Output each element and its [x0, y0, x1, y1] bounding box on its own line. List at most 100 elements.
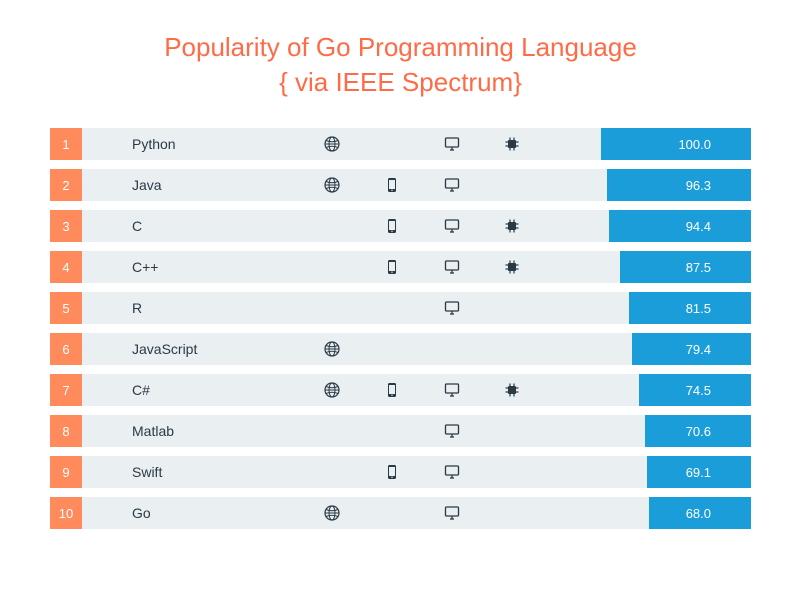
rank-badge: 6	[50, 333, 82, 365]
web-icon	[302, 333, 362, 365]
score-value: 69.1	[686, 465, 751, 480]
score-value: 96.3	[686, 178, 751, 193]
score-value: 81.5	[686, 301, 751, 316]
score-bar-wrap: 70.6	[601, 415, 751, 447]
embedded-icon	[482, 292, 542, 324]
platform-icons	[302, 374, 601, 406]
embedded-icon	[482, 169, 542, 201]
desktop-icon	[422, 374, 482, 406]
web-icon	[302, 292, 362, 324]
score-value: 100.0	[678, 137, 751, 152]
rank-badge: 5	[50, 292, 82, 324]
web-icon	[302, 210, 362, 242]
rank-badge: 1	[50, 128, 82, 160]
embedded-icon	[482, 374, 542, 406]
rank-number: 7	[62, 383, 69, 398]
score-bar-wrap: 79.4	[601, 333, 751, 365]
table-row: 8 Matlab 70.6	[50, 415, 751, 447]
platform-icons	[302, 333, 601, 365]
rank-badge: 7	[50, 374, 82, 406]
web-icon	[302, 497, 362, 529]
title-line-1: Popularity of Go Programming Language	[164, 32, 637, 62]
mobile-icon	[362, 456, 422, 488]
mobile-icon	[362, 497, 422, 529]
mobile-icon	[362, 333, 422, 365]
desktop-icon	[422, 128, 482, 160]
table-row: 1 Python 100.0	[50, 128, 751, 160]
table-row: 4 C++ 87.5	[50, 251, 751, 283]
score-bar-wrap: 68.0	[601, 497, 751, 529]
score-bar-wrap: 100.0	[601, 128, 751, 160]
mobile-icon	[362, 374, 422, 406]
web-icon	[302, 415, 362, 447]
score-value: 87.5	[686, 260, 751, 275]
embedded-icon	[482, 456, 542, 488]
desktop-icon	[422, 251, 482, 283]
title-line-2: { via IEEE Spectrum}	[279, 67, 522, 97]
score-bar-wrap: 94.4	[601, 210, 751, 242]
mobile-icon	[362, 415, 422, 447]
web-icon	[302, 128, 362, 160]
score-value: 70.6	[686, 424, 751, 439]
table-row: 3 C 94.4	[50, 210, 751, 242]
language-name: Java	[82, 169, 302, 201]
rank-badge: 3	[50, 210, 82, 242]
language-name: JavaScript	[82, 333, 302, 365]
desktop-icon	[422, 456, 482, 488]
desktop-icon	[422, 210, 482, 242]
score-bar-wrap: 96.3	[601, 169, 751, 201]
web-icon	[302, 251, 362, 283]
table-row: 10 Go 68.0	[50, 497, 751, 529]
rank-badge: 9	[50, 456, 82, 488]
rank-number: 3	[62, 219, 69, 234]
rank-number: 2	[62, 178, 69, 193]
table-row: 7 C# 74.5	[50, 374, 751, 406]
platform-icons	[302, 292, 601, 324]
table-row: 9 Swift 69.1	[50, 456, 751, 488]
platform-icons	[302, 456, 601, 488]
desktop-icon	[422, 292, 482, 324]
rank-number: 9	[62, 465, 69, 480]
rank-number: 4	[62, 260, 69, 275]
platform-icons	[302, 415, 601, 447]
score-value: 74.5	[686, 383, 751, 398]
page-title: Popularity of Go Programming Language { …	[50, 30, 751, 100]
table-row: 6 JavaScript 79.4	[50, 333, 751, 365]
rank-number: 10	[59, 506, 73, 521]
embedded-icon	[482, 333, 542, 365]
embedded-icon	[482, 415, 542, 447]
mobile-icon	[362, 251, 422, 283]
ranking-table: 1 Python 100.0 2 Java 96.3 3 C	[50, 128, 751, 529]
language-name: Matlab	[82, 415, 302, 447]
embedded-icon	[482, 497, 542, 529]
rank-number: 8	[62, 424, 69, 439]
language-name: Python	[82, 128, 302, 160]
score-bar-wrap: 87.5	[601, 251, 751, 283]
web-icon	[302, 169, 362, 201]
rank-number: 6	[62, 342, 69, 357]
language-name: Go	[82, 497, 302, 529]
score-value: 94.4	[686, 219, 751, 234]
platform-icons	[302, 251, 601, 283]
platform-icons	[302, 210, 601, 242]
desktop-icon	[422, 497, 482, 529]
rank-badge: 2	[50, 169, 82, 201]
platform-icons	[302, 497, 601, 529]
table-row: 5 R 81.5	[50, 292, 751, 324]
language-name: R	[82, 292, 302, 324]
desktop-icon	[422, 169, 482, 201]
platform-icons	[302, 128, 601, 160]
score-bar-wrap: 81.5	[601, 292, 751, 324]
embedded-icon	[482, 128, 542, 160]
embedded-icon	[482, 210, 542, 242]
score-value: 79.4	[686, 342, 751, 357]
mobile-icon	[362, 169, 422, 201]
rank-badge: 8	[50, 415, 82, 447]
mobile-icon	[362, 292, 422, 324]
score-value: 68.0	[686, 506, 751, 521]
mobile-icon	[362, 128, 422, 160]
rank-badge: 4	[50, 251, 82, 283]
web-icon	[302, 456, 362, 488]
platform-icons	[302, 169, 601, 201]
rank-number: 1	[62, 137, 69, 152]
